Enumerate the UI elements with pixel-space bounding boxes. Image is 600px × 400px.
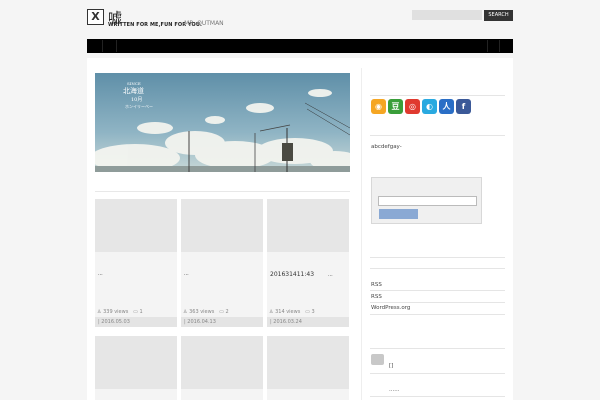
post-thumbnail[interactable] — [95, 336, 177, 389]
views-icon: ♙ — [97, 309, 102, 315]
post-comments[interactable]: 3 — [311, 309, 314, 315]
post-comments[interactable]: 1 — [139, 309, 142, 315]
svg-text:SINCE: SINCE — [127, 81, 141, 86]
post-thumbnail[interactable] — [181, 336, 263, 389]
banner-image: SINCE 北海道 10月 ホンイリーベー — [95, 73, 350, 172]
comment-bubble-icon — [371, 354, 384, 365]
post-thumbnail[interactable] — [181, 199, 263, 252]
facebook-icon[interactable]: f — [456, 99, 471, 114]
sidebar-divider — [361, 68, 362, 400]
login-button[interactable] — [379, 209, 418, 219]
site-author: -MR. OUTMAN — [182, 20, 224, 27]
comment-icon: ▭ — [133, 309, 138, 315]
post-thumbnail[interactable] — [95, 199, 177, 252]
renren-icon[interactable]: 人 — [439, 99, 454, 114]
douban-icon[interactable]: 豆 — [388, 99, 403, 114]
post-card[interactable]: ... ♙ 363 views ▭ 2 | 2016.04.13 — [181, 199, 263, 327]
svg-text:10月: 10月 — [131, 97, 142, 103]
post-card[interactable] — [181, 336, 263, 400]
sidebar-rule — [370, 302, 505, 303]
post-title-extra: ... — [327, 272, 333, 278]
sidebar-rule — [370, 396, 505, 397]
views-icon: ♙ — [269, 309, 274, 315]
post-card[interactable] — [267, 336, 349, 400]
search-button[interactable]: SEARCH — [484, 10, 513, 21]
post-meta: ♙ 314 views ▭ 3 — [269, 309, 315, 315]
post-card[interactable] — [95, 336, 177, 400]
svg-text:北海道: 北海道 — [123, 86, 144, 95]
post-meta: ♙ 363 views ▭ 2 — [183, 309, 229, 315]
post-date: | 2016.05.03 — [95, 317, 177, 327]
svg-text:ホンイリーベー: ホンイリーベー — [125, 104, 153, 109]
weibo-icon[interactable]: ◎ — [405, 99, 420, 114]
site-logo[interactable]: X — [87, 9, 104, 25]
sidebar-rule — [370, 268, 505, 269]
sidebar-link-rss[interactable]: RSS — [371, 282, 382, 288]
login-field[interactable] — [378, 196, 477, 206]
post-thumbnail[interactable] — [267, 199, 349, 252]
sidebar-rule — [370, 95, 505, 96]
sidebar-rule — [370, 373, 505, 374]
post-views: 339 views — [103, 309, 129, 315]
post-card[interactable]: ... ♙ 339 views ▭ 1 | 2016.05.03 — [95, 199, 177, 327]
post-meta: ♙ 339 views ▭ 1 — [97, 309, 143, 315]
rss-icon[interactable]: ◉ — [371, 99, 386, 114]
sidebar-rule — [370, 314, 505, 315]
sidebar-link-rss-comments[interactable]: RSS — [371, 294, 382, 300]
sidebar-rule — [370, 348, 505, 349]
views-icon: ♙ — [183, 309, 188, 315]
divider — [95, 191, 350, 192]
post-comments[interactable]: 2 — [225, 309, 228, 315]
text-widget: abcdefgay- — [371, 144, 402, 150]
featured-banner[interactable]: SINCE 北海道 10月 ホンイリーベー — [95, 73, 350, 172]
sidebar-link-wordpress[interactable]: WordPress.org — [371, 305, 410, 311]
sidebar-rule — [370, 290, 505, 291]
post-title[interactable]: ... — [184, 271, 262, 277]
sidebar-rule — [370, 257, 505, 258]
main-nav[interactable] — [87, 39, 513, 53]
post-card[interactable]: 201631411:43 ... ♙ 314 views ▭ 3 | 2016.… — [267, 199, 349, 327]
tencent-icon[interactable]: ◐ — [422, 99, 437, 114]
post-date: | 2016.03.24 — [267, 317, 349, 327]
post-views: 363 views — [189, 309, 215, 315]
post-date: | 2016.04.13 — [181, 317, 263, 327]
sidebar-rule — [370, 135, 505, 136]
post-views: 314 views — [275, 309, 301, 315]
comment-icon: ▭ — [305, 309, 310, 315]
post-title[interactable]: ... — [98, 271, 176, 277]
post-title[interactable]: 201631411:43 ... — [270, 271, 348, 278]
recent-title[interactable]: [] — [389, 363, 393, 369]
search-input[interactable] — [412, 10, 482, 20]
post-thumbnail[interactable] — [267, 336, 349, 389]
post-title-text[interactable]: 201631411:43 — [270, 271, 314, 278]
recent-text: ...... — [389, 387, 400, 393]
comment-icon: ▭ — [219, 309, 224, 315]
